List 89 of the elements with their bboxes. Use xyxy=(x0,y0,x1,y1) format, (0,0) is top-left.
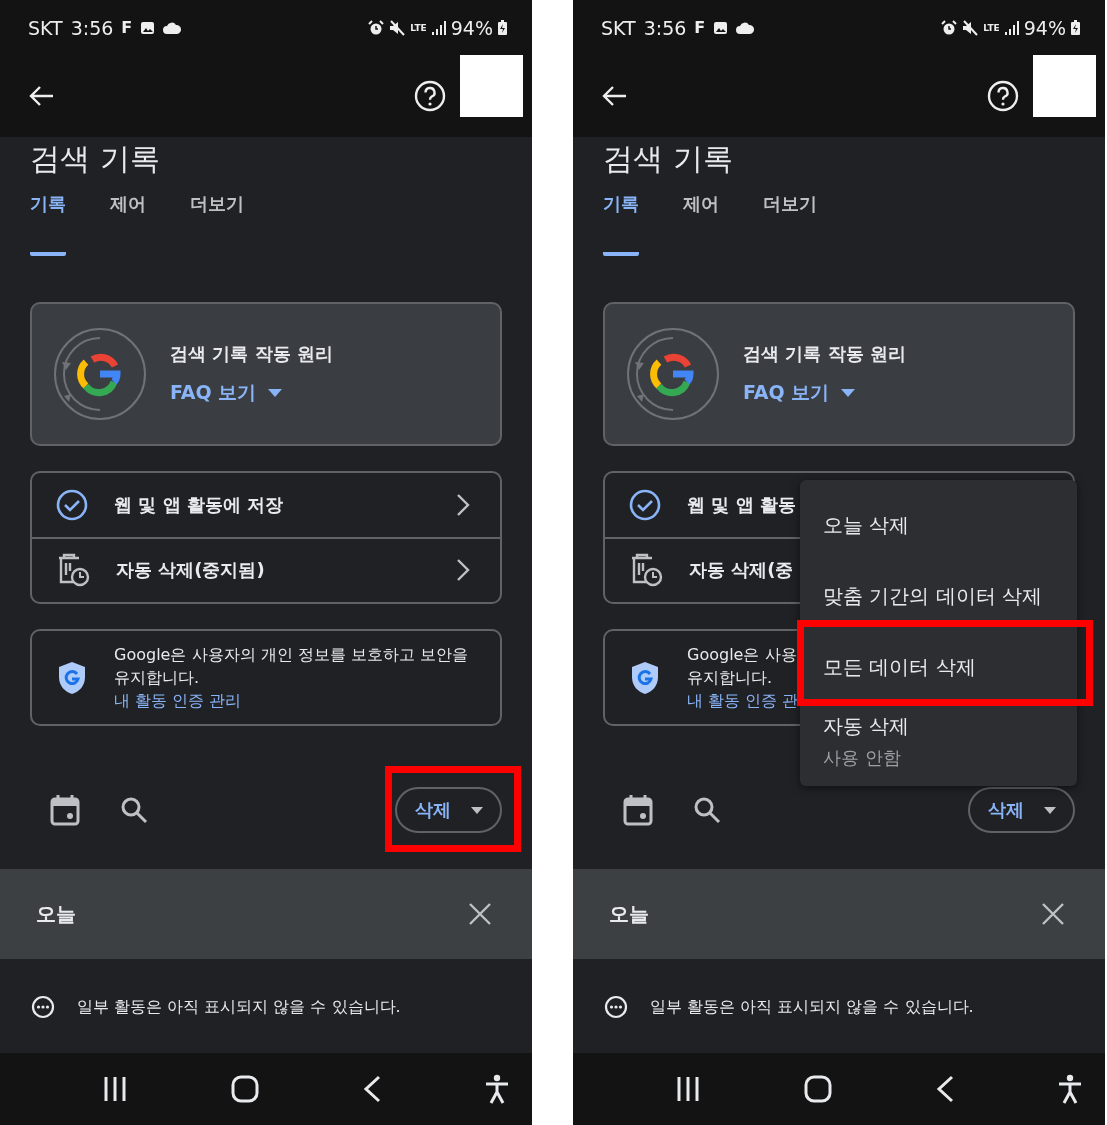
home-icon[interactable] xyxy=(231,1075,260,1103)
notice-text: 유지합니다. xyxy=(687,667,774,689)
caret-icon xyxy=(268,389,283,397)
menu-item[interactable]: 자동 삭제 사용 안함 xyxy=(800,703,1077,779)
image-icon xyxy=(713,20,729,35)
notification-letter: F xyxy=(121,18,133,37)
battery-icon xyxy=(1071,20,1080,35)
tab[interactable]: 더보기 xyxy=(763,192,817,256)
info-text: 일부 활동은 아직 표시되지 않을 수 있습니다. xyxy=(77,996,401,1018)
carrier-name: SKT xyxy=(601,16,636,39)
trash-clock-icon xyxy=(56,553,90,588)
menu-item[interactable]: 오늘 삭제 xyxy=(800,490,1077,561)
setting-label[interactable]: 자동 삭제(중지됨) xyxy=(116,558,265,583)
tab[interactable]: 기록 xyxy=(30,192,66,256)
alarm-icon xyxy=(368,19,385,36)
day-label: 오늘 xyxy=(36,900,76,928)
shield-icon xyxy=(58,660,86,695)
back-icon[interactable] xyxy=(362,1075,381,1103)
page-title: 검색 기록 xyxy=(29,140,161,178)
trash-clock-icon xyxy=(629,553,663,588)
clock-time: 3:56 xyxy=(643,16,687,39)
mute-icon xyxy=(962,19,979,36)
day-label: 오늘 xyxy=(609,900,649,928)
check-circle-icon xyxy=(56,488,88,521)
history-logo-icon xyxy=(52,326,148,422)
calendar-icon[interactable] xyxy=(50,794,80,826)
close-icon[interactable] xyxy=(468,902,492,926)
card-title: 검색 기록 작동 원리 xyxy=(170,342,333,366)
notice-text: Google은 사용자의 개인 정보를 보호하고 보안을 xyxy=(114,644,468,666)
faq-link[interactable]: FAQ 보기 xyxy=(170,380,333,406)
blank-square xyxy=(1033,55,1096,117)
setting-label[interactable]: 웹 및 앱 활동에 저장 xyxy=(114,492,284,517)
signal-icon xyxy=(431,20,446,35)
home-icon[interactable] xyxy=(804,1075,833,1103)
activity-link[interactable]: 내 활동 인증 관 xyxy=(687,689,799,712)
notice-text: 유지합니다. xyxy=(114,667,201,689)
setting-label[interactable]: 자동 삭제(중 xyxy=(689,558,794,583)
menu-item[interactable]: 맞춤 기간의 데이터 삭제 xyxy=(800,561,1077,632)
notice-text: Google은 사용 xyxy=(687,644,798,666)
more-circle-icon xyxy=(604,995,628,1019)
signal-icon xyxy=(1004,20,1019,35)
chevron-right-icon[interactable] xyxy=(456,558,470,583)
cloud-icon xyxy=(736,20,755,35)
notification-letter: F xyxy=(694,18,706,37)
battery-percent: 94% xyxy=(1023,16,1066,39)
accessibility-icon[interactable] xyxy=(484,1074,510,1104)
battery-percent: 94% xyxy=(450,16,493,39)
activity-link[interactable]: 내 활동 인증 관리 xyxy=(114,689,468,712)
mute-icon xyxy=(389,19,406,36)
blank-square xyxy=(460,55,523,117)
tab[interactable]: 기록 xyxy=(603,192,639,256)
tab[interactable]: 제어 xyxy=(110,192,146,256)
back-icon[interactable] xyxy=(935,1075,954,1103)
clock-time: 3:56 xyxy=(70,16,114,39)
recent-apps-icon[interactable] xyxy=(675,1076,701,1102)
menu-item[interactable]: 모든 데이터 삭제 xyxy=(800,632,1077,703)
accessibility-icon[interactable] xyxy=(1057,1074,1083,1104)
caret-icon xyxy=(1043,806,1056,814)
setting-label[interactable]: 웹 및 앱 활동 xyxy=(687,492,796,517)
delete-button[interactable]: 삭제 xyxy=(395,787,502,833)
cloud-icon xyxy=(163,20,182,35)
calendar-icon[interactable] xyxy=(623,794,653,826)
tab[interactable]: 제어 xyxy=(683,192,719,256)
image-icon xyxy=(140,20,156,35)
faq-link[interactable]: FAQ 보기 xyxy=(743,380,906,406)
caret-icon xyxy=(841,389,856,397)
close-icon[interactable] xyxy=(1041,902,1065,926)
back-arrow-icon[interactable] xyxy=(601,84,627,108)
chevron-right-icon[interactable] xyxy=(456,492,470,517)
search-icon[interactable] xyxy=(693,796,721,824)
page-title: 검색 기록 xyxy=(602,140,734,178)
recent-apps-icon[interactable] xyxy=(102,1076,128,1102)
battery-icon xyxy=(498,20,507,35)
back-arrow-icon[interactable] xyxy=(28,84,54,108)
more-circle-icon xyxy=(31,995,55,1019)
help-icon[interactable] xyxy=(414,80,446,112)
check-circle-icon xyxy=(629,488,661,521)
help-icon[interactable] xyxy=(987,80,1019,112)
search-icon[interactable] xyxy=(120,796,148,824)
history-logo-icon xyxy=(625,326,721,422)
shield-icon xyxy=(631,660,659,695)
tab[interactable]: 더보기 xyxy=(190,192,244,256)
alarm-icon xyxy=(941,19,958,36)
carrier-name: SKT xyxy=(28,16,63,39)
network-type: LTE xyxy=(410,22,427,33)
card-title: 검색 기록 작동 원리 xyxy=(743,342,906,366)
caret-icon xyxy=(470,806,483,814)
network-type: LTE xyxy=(983,22,1000,33)
info-text: 일부 활동은 아직 표시되지 않을 수 있습니다. xyxy=(650,996,974,1018)
